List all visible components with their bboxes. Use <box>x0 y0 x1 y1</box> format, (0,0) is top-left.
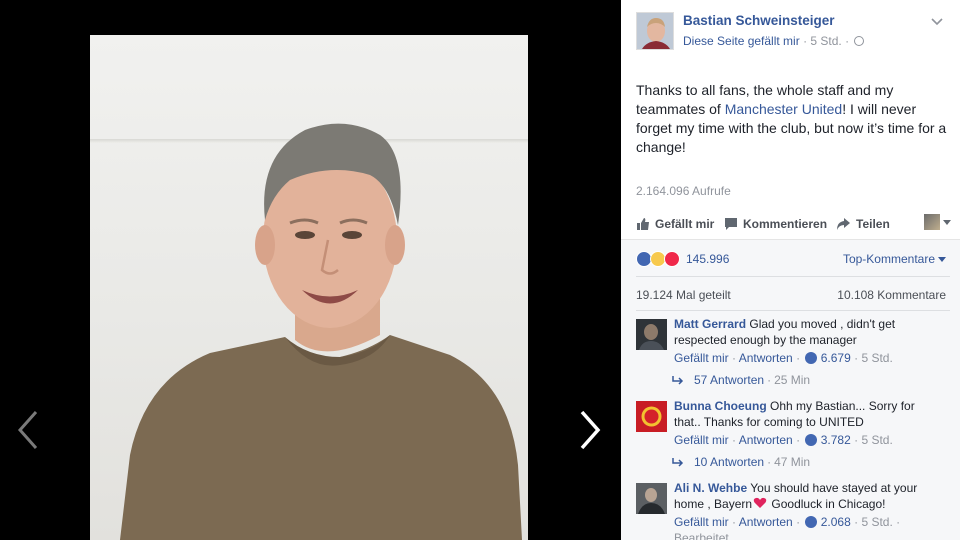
commenter-avatar-image <box>636 319 667 350</box>
chevron-left-icon[interactable] <box>14 410 42 450</box>
comment-body: Matt Gerrard Glad you moved , didn't get… <box>674 316 944 348</box>
like-reaction-icon <box>805 352 818 364</box>
comment-button-label: Kommentieren <box>743 217 828 231</box>
comment-meta: Gefällt mir · Antworten · 2.068 · 5 Std.… <box>674 515 901 529</box>
like-reaction-icon <box>805 434 818 446</box>
like-button[interactable]: Gefällt mir <box>636 212 714 236</box>
comment-like-count[interactable]: 3.782 <box>821 433 851 447</box>
reaction-and-comments: 145.996 Top-Kommentare 19.124 Mal geteil… <box>621 239 960 540</box>
meta-separator: · <box>767 455 772 469</box>
video-player[interactable] <box>90 35 528 540</box>
chevron-down-icon[interactable] <box>930 16 944 28</box>
comment-button[interactable]: Kommentieren <box>724 212 827 236</box>
post-meta: Diese Seite gefällt mir · 5 Std. · <box>683 34 865 48</box>
meta-separator: · <box>803 34 808 48</box>
comment-body: Ali N. Wehbe You should have stayed at y… <box>674 480 944 512</box>
share-button[interactable]: Teilen <box>836 212 890 236</box>
meta-separator: · <box>767 373 772 387</box>
comment-count[interactable]: 10.108 Kommentare <box>837 288 946 302</box>
post-time[interactable]: 5 Std. <box>810 34 841 48</box>
post-actions: Gefällt mir Kommentieren Teilen <box>636 212 951 236</box>
comment-reply-link[interactable]: Antworten <box>739 351 793 365</box>
commenter-avatar-image <box>636 483 667 514</box>
comment-time[interactable]: 5 Std. <box>861 433 892 447</box>
post-text: Thanks to all fans, the whole staff and … <box>636 81 951 157</box>
divider <box>636 276 950 277</box>
comment-like-count[interactable]: 2.068 <box>821 515 851 529</box>
love-reaction-icon <box>664 251 680 267</box>
comment-time[interactable]: 5 Std. <box>861 515 892 529</box>
commenter-avatar-image <box>636 401 667 432</box>
divider <box>636 310 950 311</box>
comment-like-count[interactable]: 6.679 <box>821 351 851 365</box>
comment-like-link[interactable]: Gefällt mir <box>674 515 729 529</box>
page-name[interactable]: Bastian Schweinsteiger <box>683 13 835 28</box>
share-count[interactable]: 19.124 Mal geteilt <box>636 288 731 302</box>
replies-time: 47 Min <box>774 455 811 469</box>
commenter-avatar[interactable] <box>636 401 667 432</box>
video-frame-person <box>120 123 522 540</box>
video-stage <box>0 0 621 540</box>
reply-arrow-icon <box>672 376 684 385</box>
reply-arrow-icon <box>672 458 684 467</box>
comment-author[interactable]: Ali N. Wehbe <box>674 481 747 495</box>
comment-icon <box>725 218 737 230</box>
caret-down-icon <box>943 219 951 225</box>
manchester-united-link[interactable]: Manchester United <box>725 101 843 117</box>
like-page-link[interactable]: Diese Seite gefällt mir <box>683 34 800 48</box>
share-icon <box>837 218 850 230</box>
chevron-right-icon[interactable] <box>576 410 604 450</box>
edited-label: Bearbeitet <box>674 531 729 540</box>
comment-replies: 10 Antworten · 47 Min <box>672 455 810 469</box>
meta-separator-2: · <box>845 34 850 48</box>
comment-sort-label: Top-Kommentare <box>842 252 935 266</box>
like-button-label: Gefällt mir <box>655 217 715 231</box>
commenter-avatar[interactable] <box>636 319 667 350</box>
comment-sort-dropdown[interactable]: Top-Kommentare <box>843 252 946 266</box>
comment-author[interactable]: Bunna Choeung <box>674 399 767 413</box>
post-as-selector[interactable] <box>924 214 951 230</box>
post-sidebar: Bastian Schweinsteiger Diese Seite gefäl… <box>621 0 960 540</box>
page-avatar[interactable] <box>636 12 674 50</box>
globe-icon <box>854 36 865 46</box>
page-avatar-image <box>637 13 673 49</box>
view-replies-link[interactable]: 57 Antworten <box>694 373 764 387</box>
replies-time: 25 Min <box>774 373 811 387</box>
comment-replies: 57 Antworten · 25 Min <box>672 373 810 387</box>
comment-meta: Gefällt mir · Antworten · 3.782 · 5 Std. <box>674 433 893 447</box>
comment-body: Bunna Choeung Ohh my Bastian... Sorry fo… <box>674 398 944 430</box>
comment-like-link[interactable]: Gefällt mir <box>674 351 729 365</box>
share-button-label: Teilen <box>856 217 890 231</box>
view-count: 2.164.096 Aufrufe <box>636 184 731 198</box>
view-replies-link[interactable]: 10 Antworten <box>694 455 764 469</box>
like-reaction-icon <box>805 516 818 528</box>
comment-author[interactable]: Matt Gerrard <box>674 317 746 331</box>
reactions-summary[interactable]: 145.996 <box>636 250 729 268</box>
comment-meta: Gefällt mir · Antworten · 6.679 · 5 Std. <box>674 351 893 365</box>
viewer-avatar <box>924 214 940 230</box>
heart-icon <box>753 497 767 508</box>
comment-time[interactable]: 5 Std. <box>861 351 892 365</box>
reaction-count: 145.996 <box>686 252 730 266</box>
caret-down-icon <box>938 256 946 262</box>
comment-like-link[interactable]: Gefällt mir <box>674 433 729 447</box>
post-header: Bastian Schweinsteiger Diese Seite gefäl… <box>636 10 950 52</box>
comment-reply-link[interactable]: Antworten <box>739 433 793 447</box>
comment-reply-link[interactable]: Antworten <box>739 515 793 529</box>
like-icon <box>637 218 649 230</box>
comment-text-end: Goodluck in Chicago! <box>768 497 886 511</box>
commenter-avatar[interactable] <box>636 483 667 514</box>
